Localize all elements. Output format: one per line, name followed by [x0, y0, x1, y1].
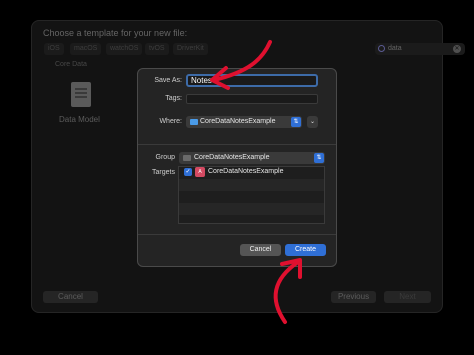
- annotation-arrows: [210, 40, 302, 324]
- arrow-to-create: [273, 260, 300, 324]
- arrow-to-save-as: [212, 40, 272, 82]
- screen: Choose a template for your new file: iOS…: [0, 0, 474, 355]
